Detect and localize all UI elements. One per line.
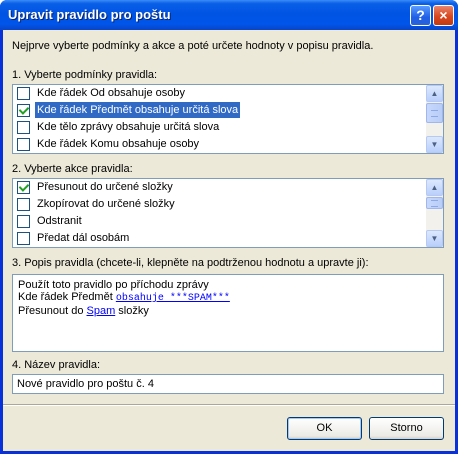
scroll-down-icon[interactable]: ▼	[426, 230, 443, 247]
description-line-3-text: Přesunout do	[18, 305, 87, 317]
rule-name-label: 4. Název pravidla:	[12, 359, 101, 371]
actions-list[interactable]: Přesunout do určené složky Zkopírovat do…	[12, 178, 444, 248]
help-button[interactable]: ?	[410, 5, 431, 26]
dialog-window: Upravit pravidlo pro poštu ? × Nejprve v…	[0, 0, 458, 454]
condition-checkbox[interactable]	[17, 138, 30, 151]
separator	[3, 404, 455, 406]
condition-label: Kde řádek Předmět obsahuje určitá slova	[35, 102, 241, 118]
rule-description: Použít toto pravidlo po příchodu zprávy …	[12, 274, 444, 352]
rule-name-input[interactable]: Nové pravidlo pro poštu č. 4	[12, 374, 444, 394]
description-line-3-suffix: složky	[115, 305, 149, 317]
folder-link[interactable]: Spam	[87, 305, 116, 317]
condition-item[interactable]: Kde řádek Komu obsahuje osoby	[17, 136, 419, 153]
condition-label: Kde tělo zprávy obsahuje určitá slova	[37, 121, 220, 133]
dialog-title: Upravit pravidlo pro poštu	[8, 7, 171, 22]
action-label: Předat dál osobám	[37, 232, 130, 244]
actions-label: 2. Vyberte akce pravidla:	[12, 163, 133, 175]
description-line-2: Kde řádek Předmět obsahuje ***SPAM***	[18, 291, 438, 305]
scroll-up-icon[interactable]: ▲	[426, 85, 443, 102]
description-line-3: Přesunout do Spam složky	[18, 305, 438, 317]
action-checkbox[interactable]	[17, 215, 30, 228]
conditions-list[interactable]: Kde řádek Od obsahuje osoby Kde řádek Př…	[12, 84, 444, 154]
subject-words-link[interactable]: obsahuje ***SPAM***	[116, 293, 230, 304]
condition-item[interactable]: Kde řádek Od obsahuje osoby	[17, 85, 419, 102]
cancel-button[interactable]: Storno	[369, 417, 444, 440]
action-checkbox[interactable]	[17, 232, 30, 245]
action-checkbox[interactable]	[17, 198, 30, 211]
action-label: Zkopírovat do určené složky	[37, 198, 175, 210]
action-label: Přesunout do určené složky	[37, 181, 173, 193]
scroll-up-icon[interactable]: ▲	[426, 179, 443, 196]
condition-checkbox[interactable]	[17, 104, 30, 117]
action-item[interactable]: Odstranit	[17, 213, 419, 230]
condition-label: Kde řádek Od obsahuje osoby	[37, 87, 185, 99]
scroll-down-icon[interactable]: ▼	[426, 136, 443, 153]
dialog-body: Nejprve vyberte podmínky a akce a poté u…	[3, 30, 455, 451]
scroll-thumb[interactable]	[426, 197, 443, 209]
description-label: 3. Popis pravidla (chcete-li, klepněte n…	[12, 257, 369, 269]
action-item[interactable]: Zkopírovat do určené složky	[17, 196, 419, 213]
action-label: Odstranit	[37, 215, 82, 227]
action-checkbox[interactable]	[17, 181, 30, 194]
scroll-thumb[interactable]	[426, 103, 443, 123]
intro-text: Nejprve vyberte podmínky a akce a poté u…	[12, 40, 374, 52]
description-line-1: Použít toto pravidlo po příchodu zprávy	[18, 279, 209, 291]
condition-checkbox[interactable]	[17, 87, 30, 100]
conditions-scrollbar[interactable]: ▲ ▼	[426, 85, 443, 153]
action-item[interactable]: Přesunout do určené složky	[17, 179, 419, 196]
conditions-label: 1. Vyberte podmínky pravidla:	[12, 69, 158, 81]
condition-item[interactable]: Kde řádek Předmět obsahuje určitá slova	[17, 102, 419, 119]
description-line-2-text: Kde řádek Předmět	[18, 291, 116, 303]
ok-button[interactable]: OK	[287, 417, 362, 440]
condition-item[interactable]: Kde tělo zprávy obsahuje určitá slova	[17, 119, 419, 136]
condition-checkbox[interactable]	[17, 121, 30, 134]
close-button[interactable]: ×	[433, 5, 454, 26]
title-bar[interactable]: Upravit pravidlo pro poštu ? ×	[0, 0, 458, 30]
actions-scrollbar[interactable]: ▲ ▼	[426, 179, 443, 247]
action-item[interactable]: Předat dál osobám	[17, 230, 419, 247]
condition-label: Kde řádek Komu obsahuje osoby	[37, 138, 200, 150]
